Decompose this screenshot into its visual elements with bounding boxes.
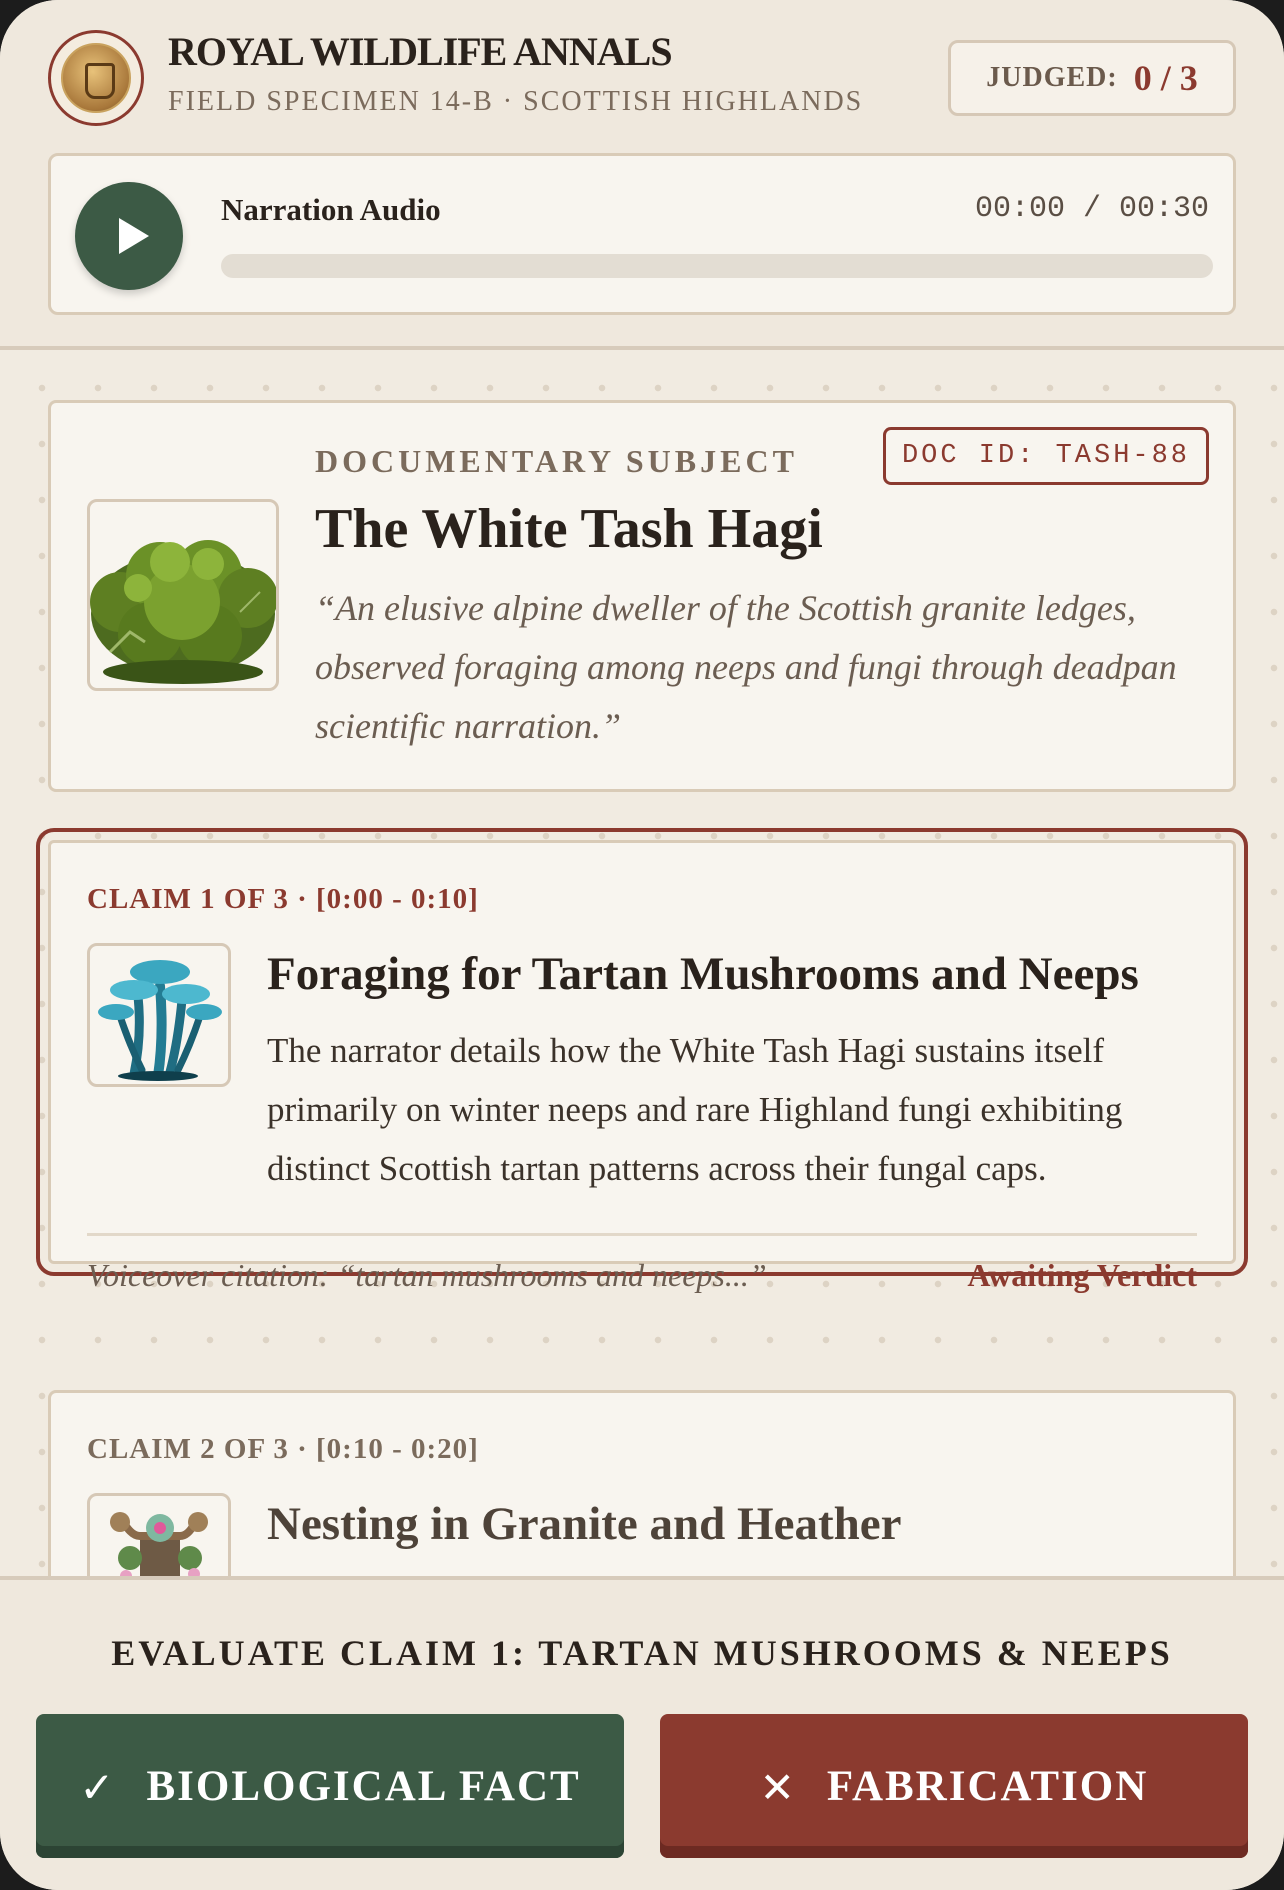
- audio-label: Narration Audio: [221, 192, 441, 227]
- fabrication-label: FABRICATION: [826, 1762, 1149, 1810]
- header: ROYAL WILDLIFE ANNALS FIELD SPECIMEN 14-…: [0, 0, 1284, 350]
- biological-fact-label: BIOLOGICAL FACT: [146, 1762, 581, 1810]
- doc-id-badge: DOC ID: TASH-88: [883, 427, 1209, 485]
- claim-card-1[interactable]: CLAIM 1 OF 3 · [0:00 - 0:10] Foraging fo…: [36, 828, 1248, 1293]
- subject-kicker: DOCUMENTARY SUBJECT: [315, 443, 798, 479]
- checkmark-icon: ✓: [79, 1763, 117, 1812]
- app-subtitle: FIELD SPECIMEN 14-B · SCOTTISH HIGHLANDS: [168, 86, 864, 117]
- narration-audio-player: Narration Audio 00:00 / 00:30: [48, 153, 1236, 315]
- claim-meta: CLAIM 1 OF 3 · [0:00 - 0:10]: [87, 883, 479, 915]
- claims-scroll-area[interactable]: DOCUMENTARY SUBJECT DOC ID: TASH-88 The …: [0, 350, 1284, 1580]
- cross-icon: ✕: [759, 1763, 797, 1812]
- judged-label: JUDGED:: [986, 62, 1118, 93]
- claim-image: [87, 943, 231, 1087]
- claim-divider: [87, 1233, 1197, 1236]
- verdict-panel: EVALUATE CLAIM 1: TARTAN MUSHROOMS & NEE…: [0, 1576, 1284, 1890]
- claim-title: Nesting in Granite and Heather: [267, 1498, 902, 1550]
- voiceover-citation: Voiceover citation: “tartan mushrooms an…: [87, 1257, 767, 1293]
- claim-body: The narrator details how the White Tash …: [267, 1031, 1123, 1188]
- verdict-status: Awaiting Verdict: [967, 1257, 1197, 1293]
- audio-progress-bar[interactable]: [221, 254, 1213, 278]
- app-title: ROYAL WILDLIFE ANNALS: [168, 29, 673, 74]
- biological-fact-button[interactable]: ✓ BIOLOGICAL FACT: [36, 1714, 624, 1858]
- granite-nest-icon: [110, 1512, 208, 1580]
- subject-card: DOCUMENTARY SUBJECT DOC ID: TASH-88 The …: [48, 400, 1236, 792]
- crest-icon: [61, 43, 131, 113]
- moss-creature-icon: [90, 540, 276, 684]
- audio-time: 00:00 / 00:30: [974, 192, 1209, 226]
- evaluate-label: EVALUATE CLAIM 1: TARTAN MUSHROOMS & NEE…: [111, 1633, 1173, 1673]
- subject-name: The White Tash Hagi: [315, 498, 823, 560]
- blue-mushroom-icon: [98, 960, 222, 1081]
- play-button[interactable]: [75, 182, 183, 290]
- claim-title: Foraging for Tartan Mushrooms and Neeps: [267, 948, 1139, 1000]
- judged-value: 0 / 3: [1133, 58, 1198, 98]
- royal-seal-logo: [48, 30, 144, 126]
- judged-counter: JUDGED: 0 / 3: [948, 40, 1236, 116]
- claim-image: [87, 1493, 231, 1580]
- claim-card-2[interactable]: CLAIM 2 OF 3 · [0:10 - 0:20] Nesting in …: [48, 1390, 1236, 1580]
- subject-quote: “An elusive alpine dweller of the Scotti…: [315, 588, 1177, 746]
- app-window: ROYAL WILDLIFE ANNALS FIELD SPECIMEN 14-…: [0, 0, 1284, 1890]
- fabrication-button[interactable]: ✕ FABRICATION: [660, 1714, 1248, 1858]
- subject-image: [87, 499, 279, 691]
- claim-meta: CLAIM 2 OF 3 · [0:10 - 0:20]: [87, 1433, 479, 1465]
